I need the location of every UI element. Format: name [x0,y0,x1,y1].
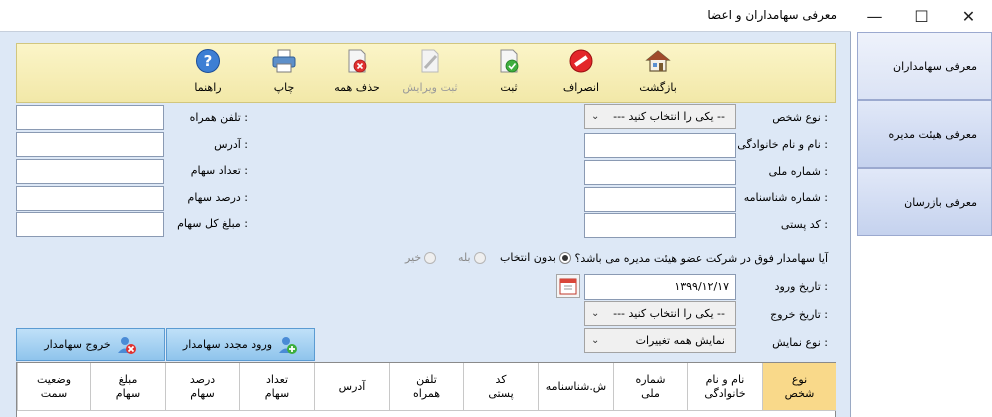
chevron-down-icon: ⌄ [591,308,600,319]
main-window: معرفی سهامداران و اعضا بازگشت انصراف ثبت… [0,0,851,417]
help-button[interactable]: ? راهنما [173,44,243,102]
tab-shareholders[interactable]: معرفی سهامداران [857,32,992,100]
exit-shareholder-button[interactable]: خروج سهامدار [16,328,165,361]
address-label: آدرس : [214,138,248,151]
radio-no-dot[interactable] [424,251,437,264]
radio-yes-dot[interactable] [473,251,486,264]
help-icon: ? [196,49,220,73]
titlebar: معرفی سهامداران و اعضا [0,0,851,32]
entry-date-label: تاریخ ورود : [774,280,828,293]
col-address[interactable]: آدرس [314,363,389,411]
calendar-icon [559,278,577,295]
shareholders-grid: نوع شخص نام و نام خانوادگی شماره ملی ش.ش… [16,362,836,417]
radio-no[interactable]: خیر [405,251,437,264]
cancel-label: انصراف [562,81,600,94]
radio-yes-label: بله [458,251,471,264]
display-type-select[interactable]: ⌄ نمایش همه تغییرات [584,328,736,353]
share-amount-label: مبلغ کل سهام : [177,217,248,230]
col-share-percent[interactable]: درصد سهام [165,363,239,411]
window-controls: — ☐ ✕ [851,0,992,32]
svg-text:?: ? [204,52,213,70]
col-full-name[interactable]: نام و نام خانوادگی [687,363,762,411]
mobile-label: تلفن همراه : [189,111,248,124]
entry-date-field[interactable]: ۱۳۹۹/۱۲/۱۷ [584,274,736,300]
chevron-down-icon: ⌄ [591,335,600,346]
delete-all-label: حذف همه [334,81,380,94]
col-share-count[interactable]: تعداد سهام [239,363,314,411]
print-button[interactable]: چاپ [249,44,319,102]
board-question: آیا سهامدار فوق در شرکت عضو هیئت مدیره م… [574,252,828,265]
full-name-field[interactable] [584,133,736,158]
cancel-icon [569,49,593,73]
birth-cert-field[interactable] [584,187,736,212]
radio-none-dot[interactable] [558,251,571,264]
maximize-button[interactable]: ☐ [898,0,945,32]
share-amount-field[interactable] [16,212,164,237]
toolbar: بازگشت انصراف ثبت ثبت ویرایش حذف همه چاپ… [16,43,836,103]
share-count-label: تعداد سهام : [190,164,248,177]
calendar-button[interactable] [556,274,580,298]
col-position-status[interactable]: وضعیت سمت [17,363,90,411]
radio-no-label: خیر [405,251,422,264]
postal-code-label: کد پستی : [780,218,828,231]
display-type-value: نمایش همه تغییرات [635,334,725,347]
add-user-icon [279,336,298,354]
window-title: معرفی سهامداران و اعضا [707,8,837,22]
full-name-label: نام و نام خانوادگی : [737,138,828,151]
delete-all-button[interactable]: حذف همه [322,44,392,102]
col-person-type[interactable]: نوع شخص [762,363,836,411]
postal-code-field[interactable] [584,213,736,238]
back-label: بازگشت [639,81,677,94]
remove-user-icon [117,336,136,354]
col-share-amount[interactable]: مبلغ سهام [90,363,165,411]
exit-date-select[interactable]: ⌄ --- یکی را انتخاب کنید -- [584,301,736,326]
exit-date-value: --- یکی را انتخاب کنید -- [613,307,725,320]
national-id-field[interactable] [584,160,736,185]
delete-document-icon [348,49,367,73]
col-birth-cert[interactable]: ش.شناسنامه [538,363,613,411]
radio-yes[interactable]: بله [458,251,486,264]
mobile-field[interactable] [16,105,164,130]
radio-none-label: بدون انتخاب [500,251,556,264]
save-label: ثبت [500,81,518,94]
tab-inspectors[interactable]: معرفی بازرسان [857,168,992,236]
print-label: چاپ [273,81,295,94]
national-id-label: شماره ملی : [768,165,828,178]
exit-date-label: تاریخ خروج : [770,308,828,321]
person-type-label: نوع شخص : [772,111,828,124]
exit-label: خروج سهامدار [44,338,111,351]
person-type-select[interactable]: ⌄ --- یکی را انتخاب کنید -- [584,104,736,129]
edit-icon [421,49,439,73]
radio-none[interactable]: بدون انتخاب [500,251,571,264]
back-button[interactable]: بازگشت [623,44,693,102]
col-mobile[interactable]: تلفن همراه [389,363,463,411]
check-document-icon [500,49,519,73]
col-postal-code[interactable]: کد پستی [463,363,538,411]
address-field[interactable] [16,132,164,157]
display-type-label: نوع نمایش : [772,336,828,349]
col-national-id[interactable]: شماره ملی [613,363,687,411]
share-count-field[interactable] [16,159,164,184]
reenter-shareholder-button[interactable]: ورود مجدد سهامدار [166,328,315,361]
cancel-button[interactable]: انصراف [546,44,616,102]
save-edit-label: ثبت ویرایش [402,81,458,94]
house-icon [645,50,671,72]
share-percent-field[interactable] [16,186,164,211]
tab-board-members[interactable]: معرفی هیئت مدیره [857,100,992,168]
printer-icon [272,49,296,73]
close-button[interactable]: ✕ [945,0,992,32]
reenter-label: ورود مجدد سهامدار [182,338,273,351]
side-tabs: معرفی سهامداران معرفی هیئت مدیره معرفی ب… [851,32,992,417]
chevron-down-icon: ⌄ [591,111,600,122]
help-label: راهنما [194,81,222,94]
save-button[interactable]: ثبت [474,44,544,102]
birth-cert-label: شماره شناسنامه : [743,191,828,204]
share-percent-label: درصد سهام : [187,191,248,204]
person-type-value: --- یکی را انتخاب کنید -- [613,110,725,123]
minimize-button[interactable]: — [851,0,898,32]
save-edit-button[interactable]: ثبت ویرایش [395,44,465,102]
